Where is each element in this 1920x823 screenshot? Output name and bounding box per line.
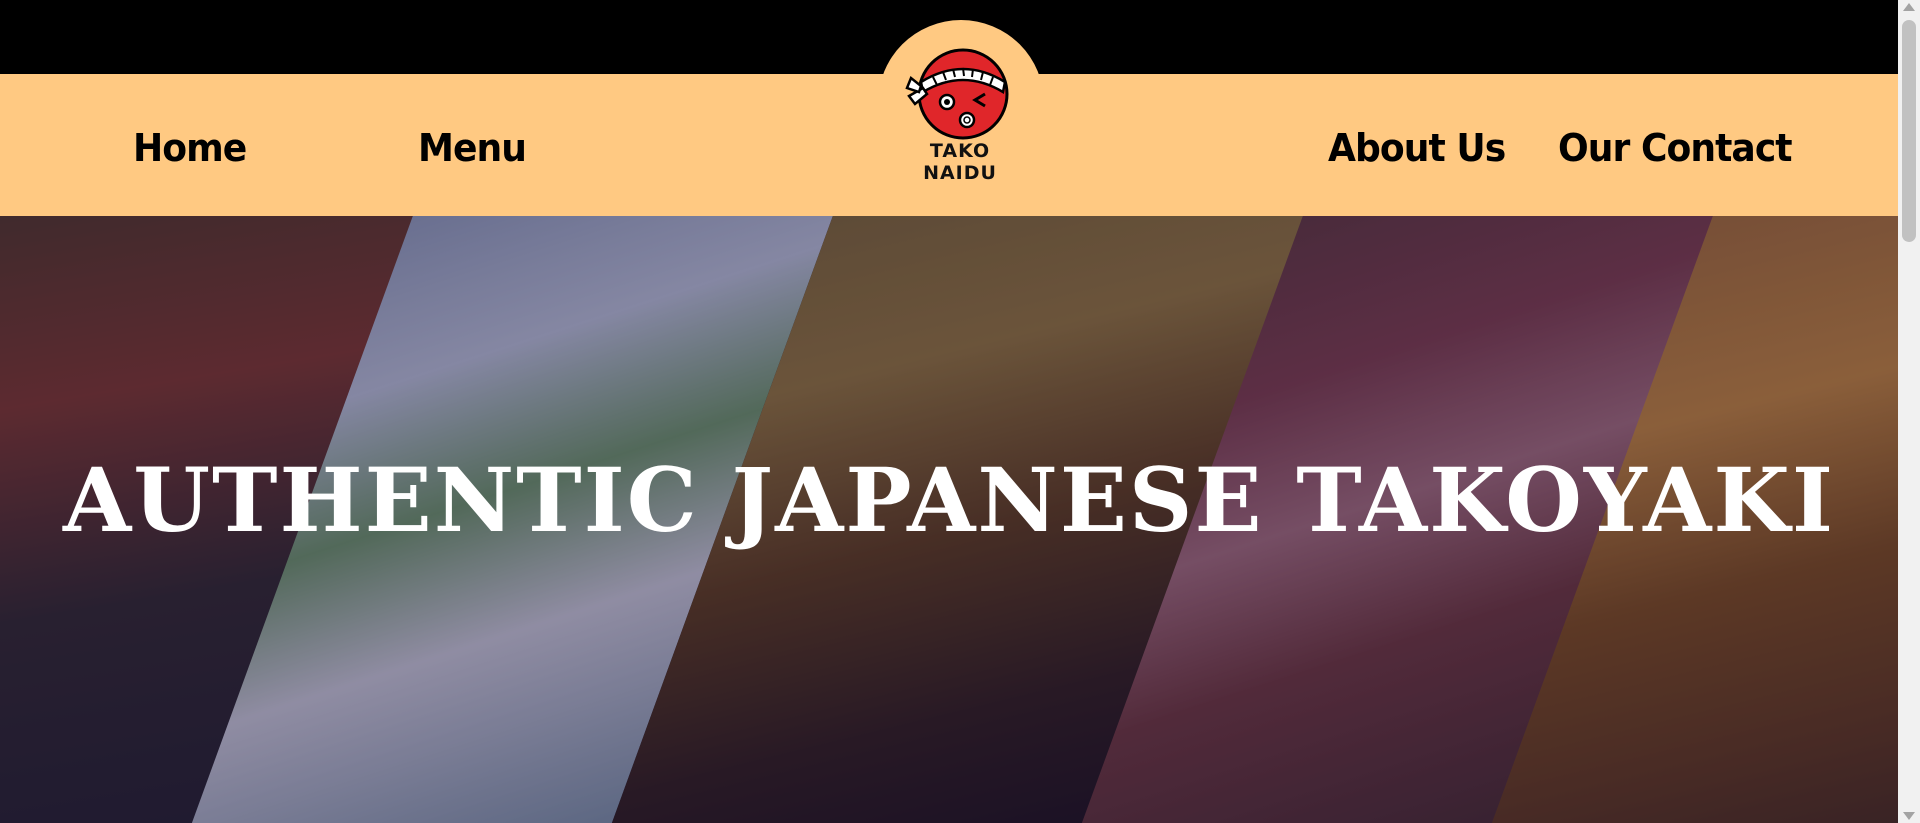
takoyaki-mascot-icon: [905, 48, 1009, 140]
nav-menu[interactable]: Menu: [418, 126, 527, 170]
brand-name: TAKO NAIDU: [923, 140, 997, 184]
scroll-up-arrow-icon[interactable]: [1903, 3, 1915, 11]
page: TAKO NAIDU Home Menu About Us Our Contac…: [0, 0, 1920, 823]
hero-section: AUTHENTIC JAPANESE TAKOYAKI: [0, 216, 1898, 823]
nav-about-us[interactable]: About Us: [1328, 126, 1506, 170]
hero-title: AUTHENTIC JAPANESE TAKOYAKI: [62, 448, 1836, 552]
scrollbar[interactable]: [1898, 0, 1920, 823]
nav-home[interactable]: Home: [133, 126, 247, 170]
brand-logo[interactable]: TAKO NAIDU: [890, 44, 1030, 184]
nav-our-contact[interactable]: Our Contact: [1558, 126, 1793, 170]
scrollbar-thumb[interactable]: [1902, 20, 1916, 242]
scroll-down-arrow-icon[interactable]: [1903, 812, 1915, 820]
